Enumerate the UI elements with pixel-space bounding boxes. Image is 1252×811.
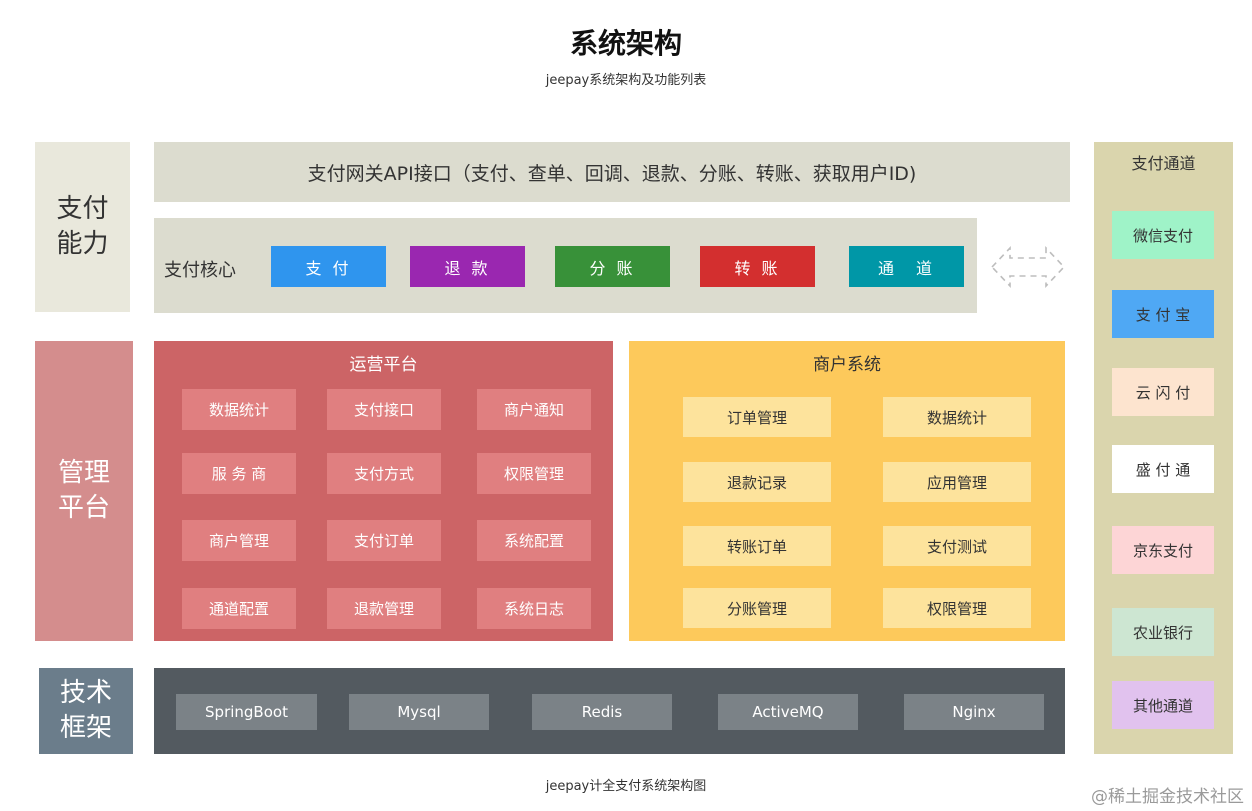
ops-platform-item: 支付方式	[327, 453, 441, 494]
pay-channel-item: 微信支付	[1112, 211, 1214, 259]
merchant-system-item: 分账管理	[683, 588, 831, 628]
ops-platform-item: 服 务 商	[182, 453, 296, 494]
core-split-box: 分 账	[555, 246, 670, 287]
pay-capability-label-line2: 能力	[56, 229, 109, 259]
ops-platform-item: 权限管理	[477, 453, 591, 494]
page-title: 系统架构	[569, 27, 682, 60]
merchant-system-item: 数据统计	[883, 397, 1031, 437]
pay-channel-item: 盛 付 通	[1112, 445, 1214, 493]
tech-item: Nginx	[904, 694, 1044, 730]
bidirectional-arrow-icon	[990, 245, 1066, 289]
pay-channel-item: 农业银行	[1112, 608, 1214, 656]
watermark: @稀土掘金技术社区	[1091, 787, 1244, 807]
diagram-caption: jeepay计全支付系统架构图	[545, 778, 707, 794]
ops-platform-item: 系统配置	[477, 520, 591, 561]
tech-item: Mysql	[349, 694, 489, 730]
merchant-system-item: 转账订单	[683, 526, 831, 566]
ops-platform-item: 支付订单	[327, 520, 441, 561]
tech-framework-label-line2: 框架	[59, 713, 112, 743]
ops-platform-item: 退款管理	[327, 588, 441, 629]
ops-platform-item: 数据统计	[182, 389, 296, 430]
core-channel-box: 通 道	[849, 246, 964, 287]
pay-channel-item: 京东支付	[1112, 526, 1214, 574]
ops-platform-item: 商户管理	[182, 520, 296, 561]
tech-item: ActiveMQ	[718, 694, 858, 730]
ops-platform-item: 商户通知	[477, 389, 591, 430]
core-refund-box: 退 款	[410, 246, 525, 287]
tech-framework-label-line1: 技术	[59, 678, 112, 708]
core-transfer-box: 转 账	[700, 246, 815, 287]
pay-capability-label-line1: 支付	[56, 194, 109, 224]
merchant-system-item: 应用管理	[883, 462, 1031, 502]
merchant-system-title: 商户系统	[813, 354, 881, 375]
pay-channels-title: 支付通道	[1131, 154, 1196, 173]
management-platform-label-line1: 管理	[57, 458, 110, 488]
ops-platform-item: 通道配置	[182, 588, 296, 629]
tech-framework-label: 技术 框架	[39, 668, 133, 754]
management-platform-label: 管理 平台	[35, 341, 133, 641]
tech-item: SpringBoot	[176, 694, 317, 730]
page-subtitle: jeepay系统架构及功能列表	[545, 72, 707, 88]
pay-channel-item: 其他通道	[1112, 681, 1214, 729]
pay-channel-item: 云 闪 付	[1112, 368, 1214, 416]
core-pay-box: 支 付	[271, 246, 386, 287]
merchant-system-item: 订单管理	[683, 397, 831, 437]
tech-item: Redis	[532, 694, 672, 730]
merchant-system-item: 支付测试	[883, 526, 1031, 566]
pay-channel-item: 支 付 宝	[1112, 290, 1214, 338]
merchant-system-item: 权限管理	[883, 588, 1031, 628]
pay-core-label: 支付核心	[164, 260, 236, 281]
api-gateway-bar: 支付网关API接口（支付、查单、回调、退款、分账、转账、获取用户ID)	[154, 142, 1070, 202]
ops-platform-item: 系统日志	[477, 588, 591, 629]
pay-capability-label: 支付 能力	[35, 142, 130, 312]
ops-platform-item: 支付接口	[327, 389, 441, 430]
management-platform-label-line2: 平台	[57, 493, 110, 523]
merchant-system-item: 退款记录	[683, 462, 831, 502]
ops-platform-title: 运营平台	[349, 354, 418, 375]
